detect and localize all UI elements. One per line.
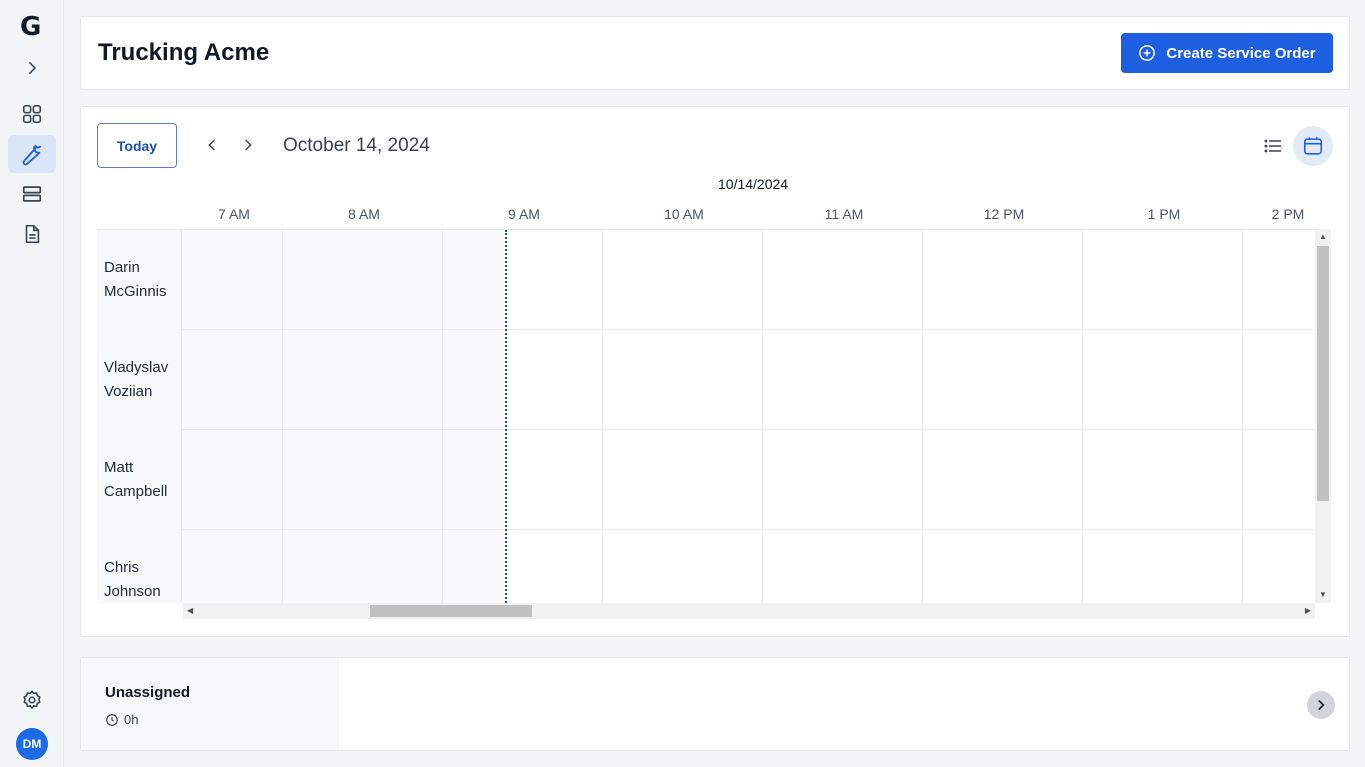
page-header: Trucking Acme Create Service Order: [80, 16, 1350, 90]
chevron-right-icon: [1318, 700, 1325, 710]
grid-line: [762, 230, 763, 603]
sidebar-item-service[interactable]: [8, 135, 56, 173]
grid-line: [1242, 230, 1243, 603]
grid-line: [282, 230, 283, 603]
hour-label: 11 AM: [824, 206, 864, 222]
unassigned-summary: Unassigned 0h: [81, 658, 339, 750]
vertical-scrollbar[interactable]: ▲ ▼: [1315, 229, 1331, 603]
clock-icon: [106, 713, 118, 726]
chevron-left-icon: [208, 139, 215, 151]
day-header: 10/14/2024: [718, 176, 789, 192]
chevron-right-icon: [29, 62, 37, 74]
scroll-left-arrow-icon[interactable]: ◀: [187, 607, 193, 615]
scroll-right-arrow-icon[interactable]: ▶: [1305, 607, 1311, 615]
resource-row-name: Vladyslav Voziian: [104, 356, 168, 404]
grid-line: [182, 529, 1315, 530]
past-time-shade: [182, 230, 505, 603]
grid-line: [442, 230, 443, 603]
schedule-grid[interactable]: Darin McGinnis Vladyslav Voziian Matt Ca…: [97, 229, 1315, 603]
resource-last-name: McGinnis: [104, 283, 167, 300]
current-time-indicator: [505, 230, 507, 603]
resource-last-name: Voziian: [104, 383, 153, 400]
sidebar: G DM: [0, 0, 64, 767]
plus-circle-icon: [1139, 45, 1156, 61]
resource-first-name: Chris: [104, 559, 140, 576]
unassigned-hours-value: 0h: [124, 712, 139, 727]
user-avatar[interactable]: DM: [16, 728, 48, 760]
wrench-icon: [22, 144, 42, 166]
calendar-view-button[interactable]: [1293, 126, 1333, 166]
horizontal-scroll-thumb[interactable]: [370, 605, 532, 617]
hour-label: 2 PM: [1271, 206, 1305, 222]
expand-unassigned-button[interactable]: [1307, 691, 1335, 719]
resource-last-name: Campbell: [104, 483, 168, 500]
sidebar-item-list[interactable]: [8, 175, 56, 213]
chevron-right-icon: [245, 139, 252, 151]
current-date-title: October 14, 2024: [283, 135, 430, 156]
hour-label: 9 AM: [508, 206, 540, 222]
gear-icon: [23, 690, 41, 710]
calendar-view-icon: [1303, 137, 1323, 155]
resource-first-name: Darin: [104, 259, 140, 276]
resource-row-name: Matt Campbell: [104, 456, 167, 504]
scroll-down-arrow-icon[interactable]: ▼: [1319, 591, 1327, 599]
hour-label: 12 PM: [983, 206, 1025, 222]
scroll-up-arrow-icon[interactable]: ▲: [1319, 233, 1327, 241]
grid-line: [602, 230, 603, 603]
expand-sidebar-button[interactable]: [8, 49, 56, 87]
resource-row-name: Chris Johnson: [104, 556, 161, 603]
page-title: Trucking Acme: [98, 39, 270, 66]
vertical-scroll-thumb[interactable]: [1317, 246, 1329, 501]
grid-line: [922, 230, 923, 603]
grid-line: [182, 429, 1315, 430]
create-service-order-button[interactable]: Create Service Order: [1121, 33, 1333, 73]
rows-icon: [22, 186, 42, 202]
document-icon: [25, 224, 40, 244]
hour-label: 1 PM: [1147, 206, 1181, 222]
hour-label: 10 AM: [664, 206, 704, 222]
resource-column: Darin McGinnis Vladyslav Voziian Matt Ca…: [97, 230, 182, 603]
sidebar-item-dashboard[interactable]: [8, 95, 56, 133]
scheduler-panel: Today October 14, 2024 10/14/2024 7 AM 8…: [80, 106, 1350, 637]
unassigned-hours: 0h: [105, 712, 138, 727]
sidebar-item-documents[interactable]: [8, 215, 56, 253]
grid-line: [1082, 230, 1083, 603]
resource-first-name: Matt: [104, 459, 134, 476]
app-logo[interactable]: G: [20, 12, 41, 42]
create-service-order-label: Create Service Order: [1166, 44, 1316, 62]
hour-label: 7 AM: [218, 206, 250, 222]
resource-first-name: Vladyslav: [104, 359, 169, 376]
list-view-icon: [1264, 139, 1282, 153]
settings-button[interactable]: [8, 681, 56, 719]
unassigned-title: Unassigned: [105, 684, 191, 701]
resource-row-name: Darin McGinnis: [104, 256, 167, 304]
today-button[interactable]: Today: [97, 123, 177, 168]
previous-day-button[interactable]: [200, 133, 224, 157]
horizontal-scrollbar[interactable]: ◀ ▶: [183, 603, 1315, 619]
resource-last-name: Johnson: [104, 583, 161, 600]
unassigned-panel: Unassigned 0h: [80, 657, 1350, 751]
grid-line: [182, 329, 1315, 330]
list-view-button[interactable]: [1259, 132, 1287, 160]
hour-label: 8 AM: [348, 206, 380, 222]
next-day-button[interactable]: [236, 133, 260, 157]
grid-icon: [22, 104, 42, 124]
